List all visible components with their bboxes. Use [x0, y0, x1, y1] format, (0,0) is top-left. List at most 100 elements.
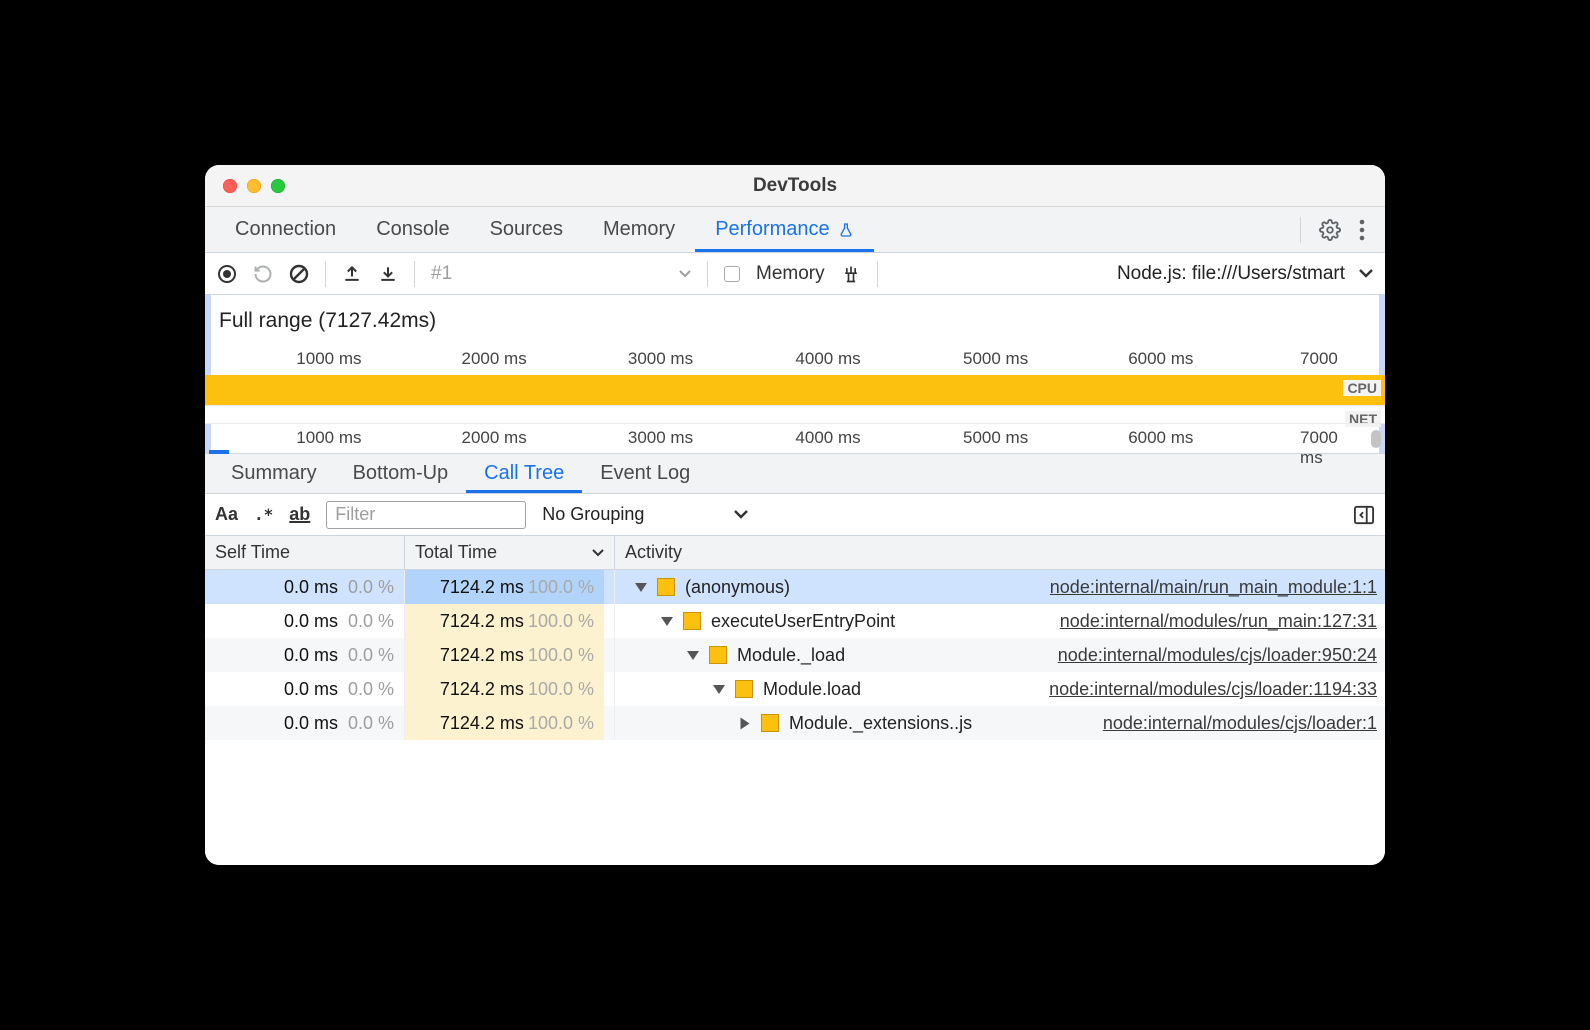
category-swatch-icon — [761, 714, 779, 732]
close-window-button[interactable] — [223, 179, 237, 193]
sort-desc-icon — [592, 549, 604, 557]
self-time-value: 0.0 ms — [284, 679, 338, 700]
ruler-tick: 4000 ms — [795, 428, 860, 448]
range-caret[interactable] — [209, 450, 229, 454]
net-lane: NET — [205, 405, 1385, 423]
disclosure-triangle-icon[interactable] — [741, 717, 750, 729]
disclosure-triangle-icon[interactable] — [713, 685, 725, 694]
tab-performance[interactable]: Performance — [695, 207, 874, 252]
function-name: executeUserEntryPoint — [711, 611, 895, 632]
cell-self-time: 0.0 ms0.0 % — [205, 604, 405, 638]
table-row[interactable]: 0.0 ms0.0 %7124.2 ms100.0 %Module.loadno… — [205, 672, 1385, 706]
cpu-lane-label: CPU — [1343, 380, 1381, 396]
timeline-overview[interactable]: Full range (7127.42ms) 1000 ms 2000 ms 3… — [205, 295, 1385, 454]
tab-connection-label: Connection — [235, 218, 336, 241]
column-self-time[interactable]: Self Time — [205, 536, 405, 569]
self-time-value: 0.0 ms — [284, 577, 338, 598]
chevron-down-icon — [1359, 269, 1373, 278]
window-controls — [223, 179, 285, 193]
self-time-value: 0.0 ms — [284, 645, 338, 666]
performance-toolbar: #1 Memory Node.js: file:///Users/stmart — [205, 253, 1385, 295]
grouping-selector[interactable]: No Grouping — [542, 504, 748, 525]
devtools-window: DevTools Connection Console Sources Memo… — [205, 165, 1385, 865]
self-time-value: 0.0 ms — [284, 713, 338, 734]
ruler-tick: 2000 ms — [461, 428, 526, 448]
tab-memory[interactable]: Memory — [583, 207, 695, 252]
regex-button[interactable]: .* — [254, 505, 273, 524]
tab-event-log[interactable]: Event Log — [582, 454, 708, 493]
self-time-value: 0.0 ms — [284, 611, 338, 632]
session-label: #1 — [431, 263, 452, 285]
cell-activity: Module._loadnode:internal/modules/cjs/lo… — [615, 638, 1385, 672]
disclosure-triangle-icon[interactable] — [635, 583, 647, 592]
detail-tab-strip: Summary Bottom-Up Call Tree Event Log — [205, 454, 1385, 494]
tab-call-tree[interactable]: Call Tree — [466, 454, 582, 493]
minimize-window-button[interactable] — [247, 179, 261, 193]
cell-activity: executeUserEntryPoint node:internal/modul… — [615, 604, 1385, 638]
whole-word-button[interactable]: ab — [289, 504, 310, 525]
tab-console[interactable]: Console — [356, 207, 469, 252]
ruler-tick: 1000 ms — [296, 428, 361, 448]
table-row[interactable]: 0.0 ms0.0 %7124.2 ms100.0 %executeUserEn… — [205, 604, 1385, 638]
kebab-menu-icon[interactable] — [1359, 219, 1365, 241]
source-link[interactable]: node:internal/modules/cjs/loader:950:24 — [1058, 645, 1385, 666]
memory-checkbox[interactable] — [724, 266, 740, 282]
disclosure-triangle-icon[interactable] — [687, 651, 699, 660]
column-activity[interactable]: Activity — [615, 536, 1385, 569]
range-label: Full range (7127.42ms) — [205, 309, 1385, 333]
tab-sources[interactable]: Sources — [470, 207, 583, 252]
cell-self-time: 0.0 ms0.0 % — [205, 672, 405, 706]
tab-summary[interactable]: Summary — [213, 454, 335, 493]
settings-icon[interactable] — [1319, 219, 1341, 241]
cell-self-time: 0.0 ms0.0 % — [205, 570, 405, 604]
total-time-value: 7124.2 ms — [440, 645, 524, 666]
reload-record-button[interactable] — [253, 264, 273, 284]
total-time-pct: 100.0 % — [528, 679, 594, 700]
record-button[interactable] — [217, 264, 237, 284]
source-link[interactable]: node:internal/modules/cjs/loader:1194:33 — [1049, 679, 1385, 700]
category-swatch-icon — [683, 612, 701, 630]
category-swatch-icon — [735, 680, 753, 698]
clear-button[interactable] — [289, 264, 309, 284]
table-row[interactable]: 0.0 ms0.0 %7124.2 ms100.0 %Module._exten… — [205, 706, 1385, 740]
table-row[interactable]: 0.0 ms0.0 %7124.2 ms100.0 %Module._loadn… — [205, 638, 1385, 672]
collect-garbage-button[interactable] — [841, 263, 861, 285]
ruler-tick: 5000 ms — [963, 349, 1028, 369]
column-total-time[interactable]: Total Time — [405, 536, 615, 569]
ruler-tick: 4000 ms — [795, 349, 860, 369]
source-link[interactable]: node:internal/modules/cjs/loader:1 — [1103, 713, 1385, 734]
download-profile-button[interactable] — [378, 264, 398, 284]
tab-performance-label: Performance — [715, 218, 830, 241]
tab-console-label: Console — [376, 218, 449, 241]
match-case-button[interactable]: Aa — [215, 504, 238, 525]
upload-profile-button[interactable] — [342, 264, 362, 284]
window-title: DevTools — [753, 175, 837, 197]
ruler-tick: 7000 ms — [1300, 428, 1357, 468]
context-selector[interactable]: Node.js: file:///Users/stmart — [1117, 263, 1373, 285]
zoom-window-button[interactable] — [271, 179, 285, 193]
total-time-value: 7124.2 ms — [440, 611, 524, 632]
main-tab-strip: Connection Console Sources Memory Perfor… — [205, 207, 1385, 253]
total-time-pct: 100.0 % — [528, 577, 594, 598]
filter-input[interactable] — [326, 501, 526, 529]
scroll-thumb[interactable] — [1371, 430, 1381, 448]
function-name: (anonymous) — [685, 577, 790, 598]
grouping-label: No Grouping — [542, 504, 644, 525]
cell-self-time: 0.0 ms0.0 % — [205, 706, 405, 740]
tab-event-log-label: Event Log — [600, 462, 690, 485]
total-time-value: 7124.2 ms — [440, 713, 524, 734]
context-label: Node.js: file:///Users/stmart — [1117, 263, 1345, 285]
ruler-tick: 3000 ms — [628, 428, 693, 448]
flask-icon — [838, 221, 854, 239]
session-selector[interactable]: #1 — [431, 263, 691, 285]
tab-summary-label: Summary — [231, 462, 317, 485]
source-link[interactable]: node:internal/modules/run_main:127:31 — [1060, 611, 1385, 632]
table-row[interactable]: 0.0 ms0.0 %7124.2 ms100.0 %(anonymous)no… — [205, 570, 1385, 604]
call-tree-body: 0.0 ms0.0 %7124.2 ms100.0 %(anonymous)no… — [205, 570, 1385, 865]
source-link[interactable]: node:internal/main/run_main_module:1:1 — [1050, 577, 1385, 598]
toggle-side-panel-button[interactable] — [1353, 505, 1375, 525]
tab-bottom-up[interactable]: Bottom-Up — [335, 454, 467, 493]
tab-connection[interactable]: Connection — [215, 207, 356, 252]
tab-call-tree-label: Call Tree — [484, 462, 564, 485]
disclosure-triangle-icon[interactable] — [661, 617, 673, 626]
